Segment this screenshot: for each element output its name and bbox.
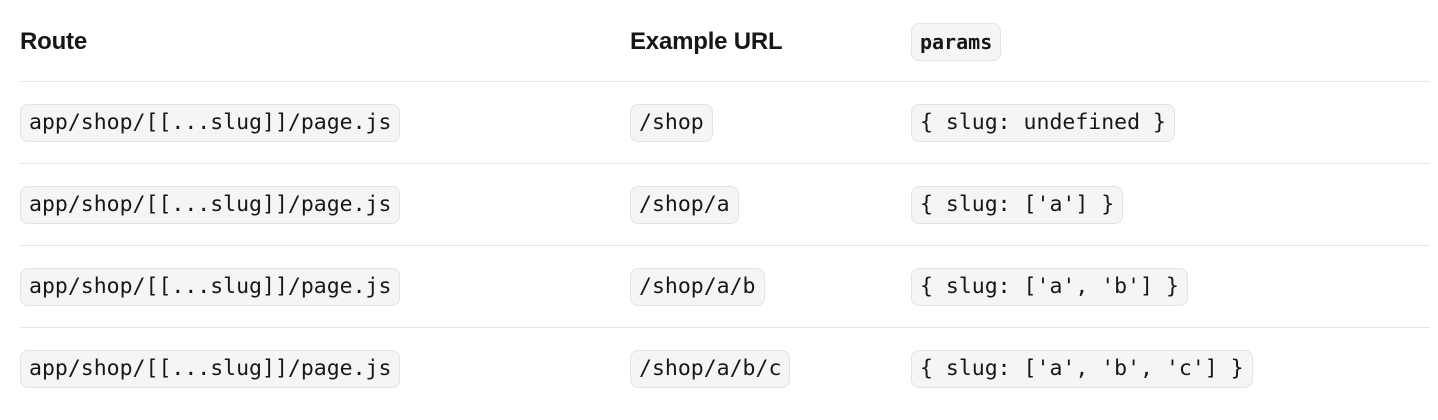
url-code: /shop/a/b xyxy=(630,268,765,306)
header-route-label: Route xyxy=(20,28,87,55)
table-row: app/shop/[[...slug]]/page.js /shop/a { s… xyxy=(20,164,1430,246)
route-cell: app/shop/[[...slug]]/page.js xyxy=(20,164,401,246)
route-code: app/shop/[[...slug]]/page.js xyxy=(20,104,401,142)
table-header-row: Route Example URL params xyxy=(20,0,1430,82)
url-cell: /shop xyxy=(630,82,713,164)
header-cell-example-url: Example URL xyxy=(630,0,783,84)
header-params-label: params xyxy=(911,23,1002,61)
params-code: { slug: ['a', 'b', 'c'] } xyxy=(911,350,1253,388)
url-code: /shop/a xyxy=(630,186,739,224)
params-cell: { slug: ['a'] } xyxy=(911,164,1124,246)
url-cell: /shop/a/b xyxy=(630,246,765,328)
route-code: app/shop/[[...slug]]/page.js xyxy=(20,268,401,306)
header-cell-route: Route xyxy=(20,0,87,84)
url-cell: /shop/a xyxy=(630,164,739,246)
table-row: app/shop/[[...slug]]/page.js /shop/a/b {… xyxy=(20,246,1430,328)
params-code: { slug: ['a', 'b'] } xyxy=(911,268,1188,306)
route-cell: app/shop/[[...slug]]/page.js xyxy=(20,246,401,328)
params-cell: { slug: ['a', 'b', 'c'] } xyxy=(911,328,1253,410)
params-code: { slug: ['a'] } xyxy=(911,186,1124,224)
params-cell: { slug: undefined } xyxy=(911,82,1175,164)
table-row: app/shop/[[...slug]]/page.js /shop { slu… xyxy=(20,82,1430,164)
header-cell-params: params xyxy=(911,0,1002,84)
url-code: /shop/a/b/c xyxy=(630,350,791,388)
url-cell: /shop/a/b/c xyxy=(630,328,791,410)
route-code: app/shop/[[...slug]]/page.js xyxy=(20,186,401,224)
table-row: app/shop/[[...slug]]/page.js /shop/a/b/c… xyxy=(20,328,1430,410)
url-code: /shop xyxy=(630,104,713,142)
route-code: app/shop/[[...slug]]/page.js xyxy=(20,350,401,388)
params-cell: { slug: ['a', 'b'] } xyxy=(911,246,1188,328)
route-cell: app/shop/[[...slug]]/page.js xyxy=(20,328,401,410)
header-example-url-label: Example URL xyxy=(630,28,783,55)
params-code: { slug: undefined } xyxy=(911,104,1175,142)
routes-table: Route Example URL params app/shop/[[...s… xyxy=(20,0,1430,410)
route-cell: app/shop/[[...slug]]/page.js xyxy=(20,82,401,164)
